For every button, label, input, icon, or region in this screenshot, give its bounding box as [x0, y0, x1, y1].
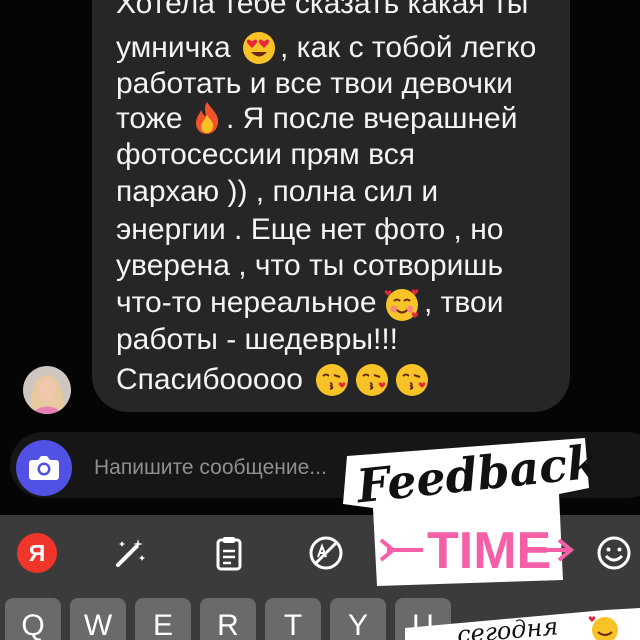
key-r[interactable]: R — [200, 598, 256, 640]
key-t[interactable]: T — [265, 598, 321, 640]
message-line: энергии . Еще нет фото , но — [116, 213, 504, 246]
message-line: работы - шедевры!!! — [116, 323, 399, 356]
kiss-emoji-icon — [316, 364, 348, 396]
fire-emoji-icon — [196, 102, 219, 134]
message-input[interactable] — [92, 452, 376, 484]
message-line: пархаю )) , полна сил и — [116, 175, 439, 208]
yandex-icon[interactable]: Я — [15, 531, 59, 575]
smiley-glyph — [597, 536, 631, 570]
key-y[interactable]: Y — [330, 598, 386, 640]
message-line: уверена , что ты сотворишь — [116, 249, 504, 282]
smiling-hearts-emoji-icon — [384, 289, 419, 321]
chat-screen: Хотела тебе сказать какая ты умничка , к… — [0, 0, 640, 640]
camera-button[interactable] — [16, 440, 72, 496]
time-word: TIME — [427, 522, 551, 580]
kiss-emoji-icon — [396, 364, 428, 396]
magic-wand-glyph — [116, 539, 145, 567]
key-e[interactable]: E — [135, 598, 191, 640]
feedback-time-sticker: Feedback TIME — [343, 434, 592, 586]
clipboard-icon[interactable] — [207, 531, 251, 575]
key-q[interactable]: Q — [5, 598, 61, 640]
avatar[interactable] — [23, 366, 71, 414]
camera-icon — [29, 456, 59, 480]
today-sticker: сегодня — [405, 608, 640, 640]
key-w[interactable]: W — [70, 598, 126, 640]
message-line: . Я после вчерашней — [226, 102, 518, 135]
emoji-icon[interactable] — [592, 531, 636, 575]
message-line: Хотела тебе сказать какая ты — [116, 0, 529, 20]
kiss-emoji-icon — [356, 364, 388, 396]
message-line: тоже — [116, 102, 183, 135]
message-line: умничка — [116, 31, 231, 64]
message-line: , как с тобой легко — [280, 31, 537, 64]
today-text: сегодня — [456, 612, 559, 640]
yandex-badge: Я — [17, 533, 57, 573]
clipboard-glyph — [216, 537, 242, 571]
message-line: , твои — [424, 286, 504, 319]
yandex-letter: Я — [29, 540, 46, 566]
message-line: фотосессии прям вся — [116, 138, 415, 171]
message-line: что-то нереальное — [116, 286, 377, 319]
heart-eyes-emoji-icon — [243, 32, 275, 64]
message-line: Спасибооооо — [116, 363, 303, 396]
magic-wand-icon[interactable] — [108, 531, 152, 575]
message-line: работать и все твои девочки — [116, 67, 513, 100]
